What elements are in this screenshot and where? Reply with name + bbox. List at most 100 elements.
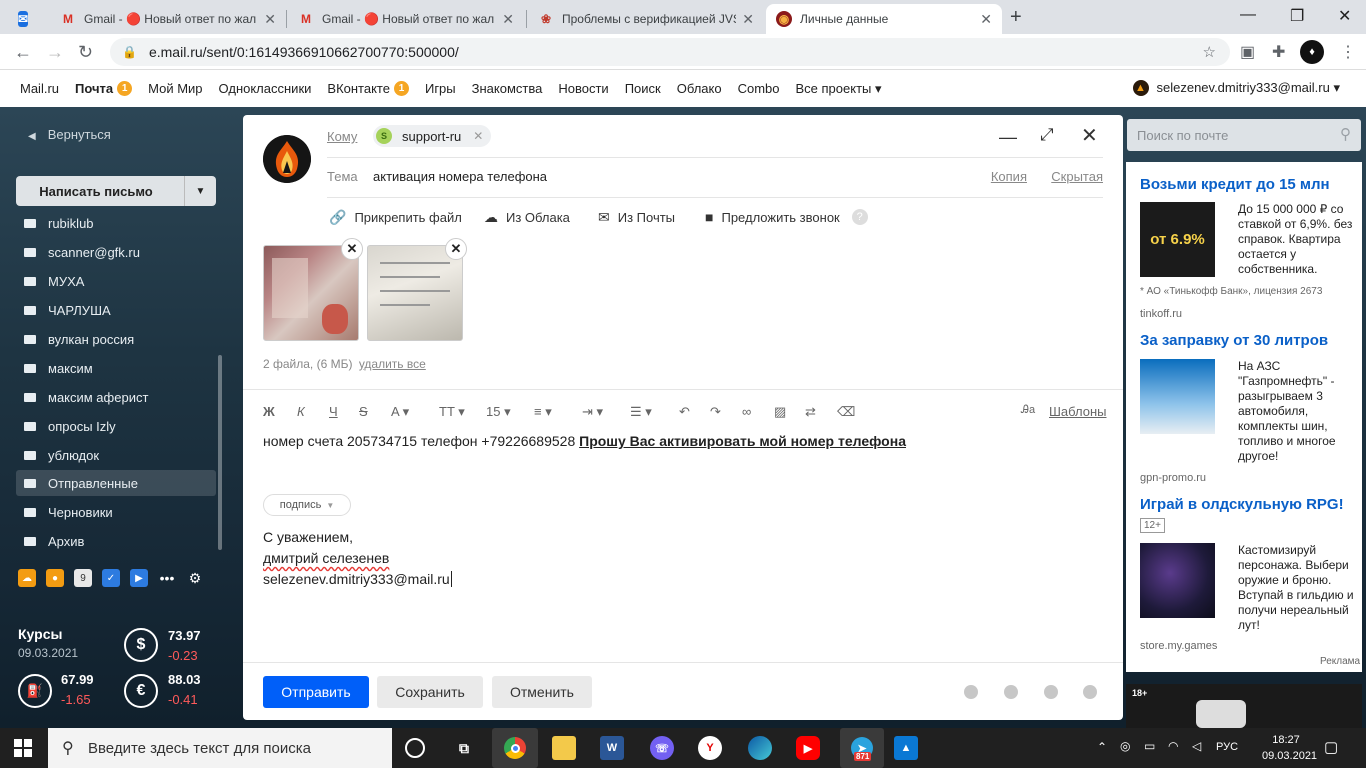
message-body-line[interactable]: номер счета 205734715 телефон +792266895… — [263, 433, 906, 449]
file-explorer-icon[interactable] — [552, 736, 576, 760]
from-cloud-button[interactable]: ☁ Из Облака — [484, 209, 570, 226]
remove-attachment-icon[interactable]: ✕ — [341, 238, 363, 260]
address-bar[interactable]: 🔒 e.mail.ru/sent/0:16149366910662700770:… — [110, 38, 1230, 66]
tab-gmail-1[interactable]: M Gmail - 🔴 Новый ответ по жал ✕ — [50, 4, 286, 34]
sidebar-folder[interactable]: rubiklub — [24, 210, 214, 236]
send-button[interactable]: Отправить — [263, 676, 369, 708]
more-icon[interactable]: ••• — [158, 569, 176, 587]
portal-link-news[interactable]: Новости — [558, 81, 608, 96]
save-button[interactable]: Сохранить — [377, 676, 483, 708]
close-icon[interactable]: ✕ — [980, 11, 992, 28]
underline-icon[interactable]: Ч — [329, 404, 338, 419]
ad-title[interactable]: Возьми кредит до 15 млн — [1140, 176, 1330, 193]
extension-icon[interactable]: ▣ — [1240, 42, 1255, 62]
back-arrow-icon[interactable]: ← — [14, 42, 32, 63]
notifications-icon[interactable]: ▢ — [1324, 738, 1338, 756]
close-icon[interactable]: ✕ — [264, 11, 276, 28]
portal-link-search[interactable]: Поиск — [625, 81, 661, 96]
clear-format-icon[interactable]: ⌫ — [837, 404, 855, 420]
portal-link-games[interactable]: Игры — [425, 81, 456, 96]
sidebar-folder[interactable]: Отправленные — [16, 470, 216, 496]
bold-icon[interactable]: Ж — [263, 404, 275, 419]
language-indicator[interactable]: РУС — [1216, 741, 1238, 753]
forward-arrow-icon[interactable]: → — [46, 42, 64, 63]
indent-icon[interactable]: ⇥ ▾ — [582, 404, 603, 420]
ad-text[interactable]: На АЗС "Газпромнефть" - разыгрываем 3 ав… — [1238, 359, 1356, 464]
reminder-bell-icon[interactable] — [1044, 685, 1058, 699]
sidebar-folder[interactable]: максим — [24, 355, 214, 381]
remove-attachment-icon[interactable]: ✕ — [445, 238, 467, 260]
reload-icon[interactable]: ↻ — [78, 42, 93, 63]
tab-personal-data[interactable]: ◉ Личные данные ✕ — [766, 4, 1002, 34]
minimize-dialog-icon[interactable]: — — [999, 127, 1017, 148]
close-icon[interactable]: ✕ — [502, 11, 514, 28]
viber-icon[interactable]: ☏ — [650, 736, 674, 760]
from-mail-button[interactable]: ✉ Из Почты — [598, 209, 675, 226]
expand-dialog-icon[interactable]: ⤢ — [1040, 125, 1054, 145]
chrome-taskbar-button[interactable] — [492, 728, 538, 768]
volume-icon[interactable]: ◁ — [1192, 739, 1201, 753]
tab-mail-pinned[interactable]: ✉ — [8, 4, 46, 34]
chevron-down-icon[interactable]: ▼ — [184, 176, 216, 206]
cloud-app-icon[interactable]: ☁ — [18, 569, 36, 587]
sidebar-folder[interactable]: вулкан россия — [24, 326, 214, 352]
calendar-app-icon[interactable]: 9 — [74, 569, 92, 587]
font-size-select[interactable]: 15 ▾ — [486, 404, 511, 420]
sidebar-folder[interactable]: МУХА — [24, 268, 214, 294]
portal-link-dating[interactable]: Знакомства — [472, 81, 543, 96]
link-icon[interactable]: ∞ — [742, 404, 751, 419]
redo-icon[interactable]: ↷ — [710, 404, 721, 420]
recipient-chip[interactable]: S support-ru ✕ — [373, 125, 492, 147]
taskbar-clock[interactable]: 18:27 09.03.2021 — [1262, 732, 1317, 764]
chevron-up-icon[interactable]: ⌃ — [1097, 740, 1107, 754]
align-icon[interactable]: ≡ ▾ — [534, 404, 552, 420]
schedule-clock-icon[interactable] — [1083, 685, 1097, 699]
attachment-thumbnail[interactable] — [263, 245, 359, 341]
tab-jvs[interactable]: ❀ Проблемы с верификацией JVS ✕ — [528, 4, 764, 34]
tab-gmail-2[interactable]: M Gmail - 🔴 Новый ответ по жал ✕ — [288, 4, 524, 34]
strikethrough-icon[interactable]: S — [359, 404, 368, 419]
attach-file-button[interactable]: 🔗 Прикрепить файл — [329, 209, 462, 226]
ad-image[interactable] — [1140, 359, 1215, 434]
close-icon[interactable]: ✕ — [742, 11, 754, 28]
help-icon[interactable]: ? — [851, 209, 868, 225]
taskbar-search[interactable]: ⚲ Введите здесь текст для поиска — [48, 728, 392, 768]
yandex-icon[interactable]: Y — [698, 736, 722, 760]
wifi-icon[interactable]: ◠ — [1168, 739, 1178, 753]
important-icon[interactable] — [964, 685, 978, 699]
portal-link-mail[interactable]: Почта 1 — [75, 81, 133, 96]
windows-start-icon[interactable] — [14, 739, 32, 757]
ad-title[interactable]: Играй в олдскульную RPG! — [1140, 496, 1344, 513]
profile-avatar[interactable]: ♦ — [1300, 40, 1324, 64]
suggest-call-button[interactable]: ■ Предложить звонок ? — [705, 209, 868, 225]
cc-link[interactable]: Копия — [991, 169, 1027, 184]
contacts-app-icon[interactable]: ● — [46, 569, 64, 587]
attachment-thumbnail[interactable] — [367, 245, 463, 341]
word-icon[interactable]: W — [600, 736, 624, 760]
delete-all-link[interactable]: удалить все — [359, 357, 426, 371]
task-view-icon[interactable]: ⧉ — [452, 736, 476, 760]
ad-banner[interactable]: 18+ — [1126, 684, 1362, 728]
youtube-icon[interactable]: ▶ — [796, 736, 820, 760]
translate-icon[interactable]: ⇄ — [805, 404, 816, 420]
translit-icon[interactable]: Ꭿa — [1021, 404, 1035, 417]
ad-text[interactable]: До 15 000 000 ₽ со ставкой от 6,9%. без … — [1238, 202, 1356, 277]
cancel-button[interactable]: Отменить — [492, 676, 592, 708]
sidebar-folder[interactable]: максим аферист — [24, 384, 214, 410]
gear-icon[interactable]: ⚙ — [186, 569, 204, 587]
sidebar-folder[interactable]: ЧАРЛУША — [24, 297, 214, 323]
restore-icon[interactable]: ❐ — [1290, 6, 1304, 26]
compose-button[interactable]: Написать письмо ▼ — [16, 176, 216, 206]
portal-link-myworld[interactable]: Мой Мир — [148, 81, 202, 96]
sidebar-folder[interactable]: scanner@gfk.ru — [24, 239, 214, 265]
user-menu[interactable]: ▲ selezenev.dmitriy333@mail.ru ▾ — [1132, 80, 1340, 96]
templates-link[interactable]: Шаблоны — [1049, 404, 1107, 419]
image-icon[interactable]: ▨ — [774, 404, 786, 420]
portal-link-cloud[interactable]: Облако — [677, 81, 722, 96]
new-tab-button[interactable]: + — [1010, 6, 1022, 29]
cortana-icon[interactable] — [405, 738, 425, 758]
sidebar-folder[interactable]: Черновики — [24, 499, 214, 525]
portal-link-ok[interactable]: Одноклассники — [219, 81, 312, 96]
close-dialog-icon[interactable]: ✕ — [1081, 123, 1098, 148]
ad-image[interactable] — [1140, 543, 1215, 618]
